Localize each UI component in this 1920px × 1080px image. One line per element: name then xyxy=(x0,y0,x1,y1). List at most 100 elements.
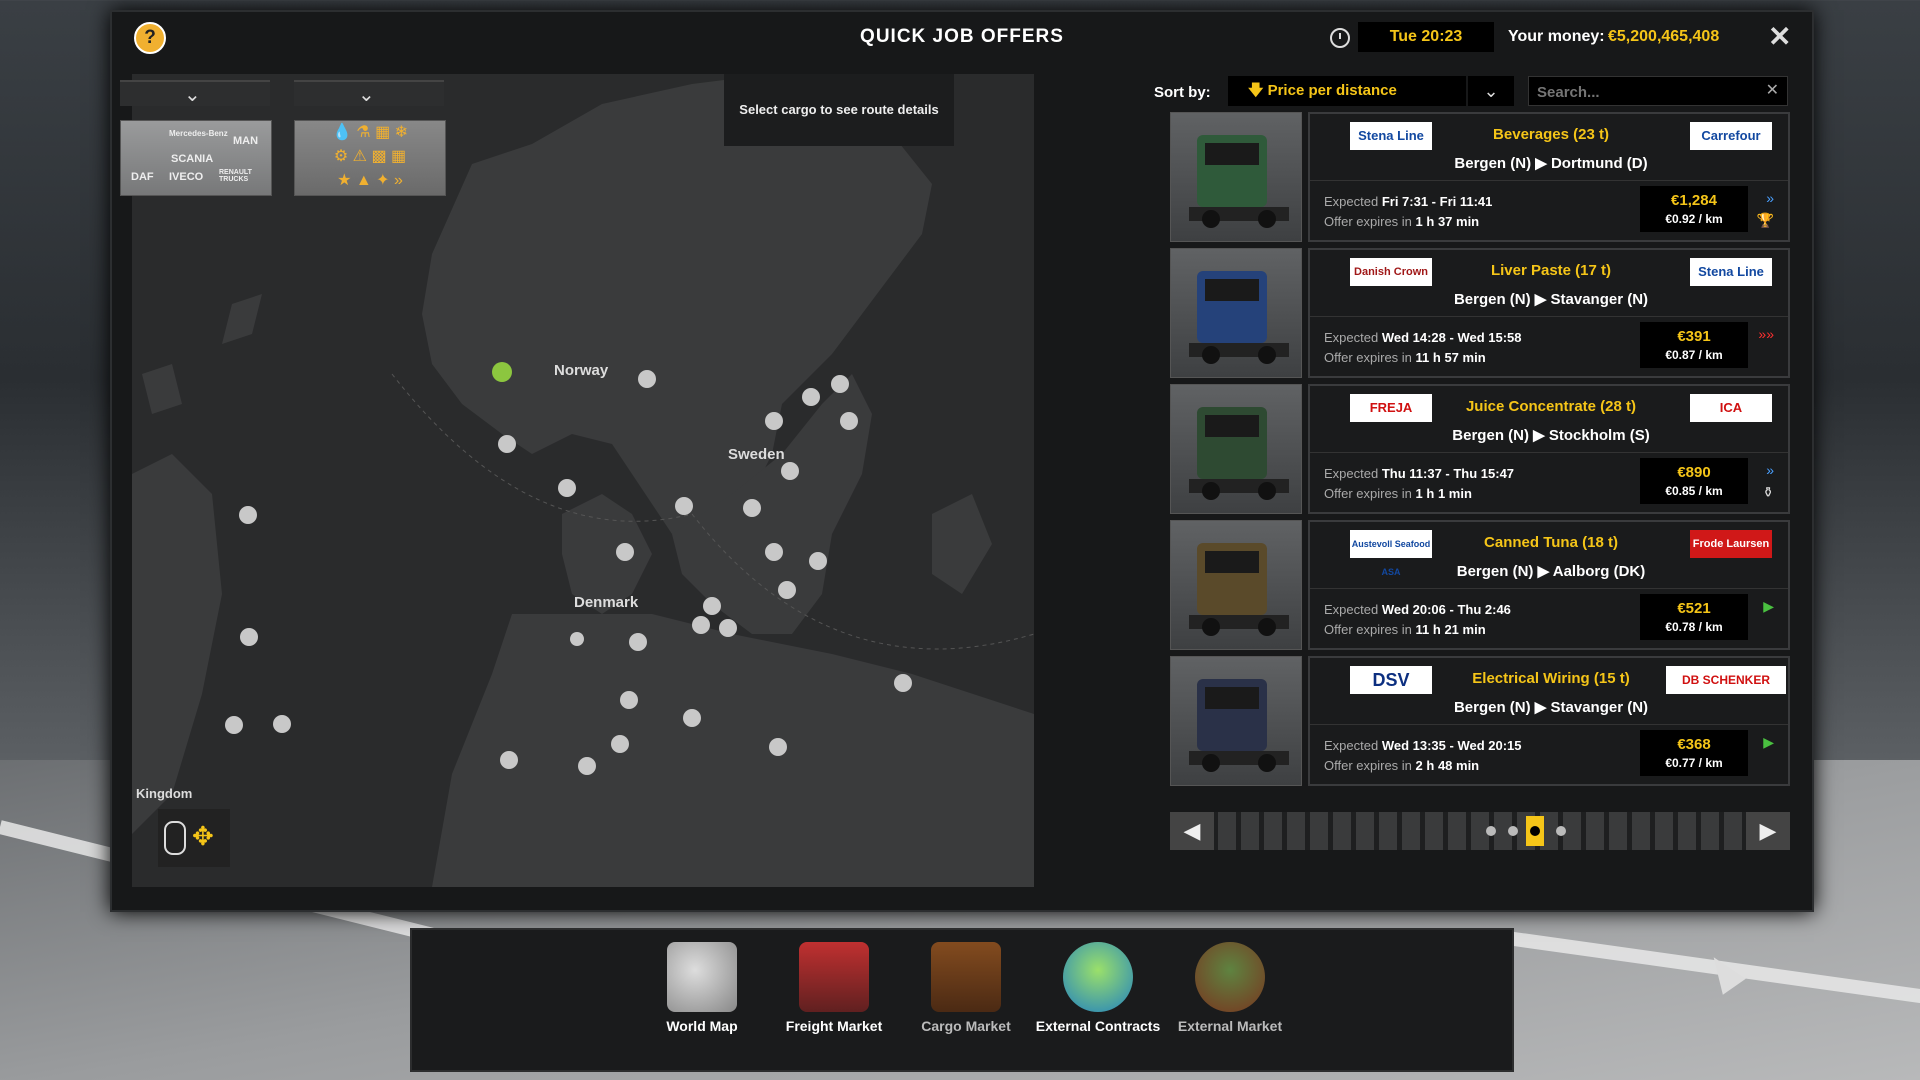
job-offer[interactable]: FREJA ICA Juice Concentrate (28 t) Berge… xyxy=(1170,384,1790,514)
search-input[interactable] xyxy=(1529,77,1759,107)
nav-world-map[interactable]: World Map xyxy=(637,942,767,1034)
expires-label: Offer expires in xyxy=(1324,214,1412,229)
money-label: Your money: xyxy=(1508,28,1605,45)
truck-thumbnail xyxy=(1170,520,1302,650)
price-per-km: €0.92 / km xyxy=(1665,212,1723,226)
page-dot[interactable] xyxy=(1486,826,1496,836)
price: €391 xyxy=(1677,328,1711,345)
route: Bergen (N) ▶ Aalborg (DK) xyxy=(1310,562,1792,580)
expires-value: 1 h 1 min xyxy=(1415,486,1472,501)
expires-value: 11 h 57 min xyxy=(1415,350,1486,365)
nav-label: External Contracts xyxy=(1035,1018,1161,1034)
chevron-down-icon: ⌄ xyxy=(358,84,375,106)
expected-value: Fri 7:31 - Fri 11:41 xyxy=(1381,194,1493,209)
brand-mercedes: Mercedes-Benz xyxy=(169,129,228,138)
expected-label: Expected xyxy=(1324,194,1379,209)
search-box[interactable]: ✕ xyxy=(1528,76,1788,107)
page-dot[interactable] xyxy=(1508,826,1518,836)
previous-page-button[interactable]: ◀ xyxy=(1170,812,1214,850)
route: Bergen (N) ▶ Stockholm (S) xyxy=(1310,426,1792,444)
nav-external-contracts[interactable]: External Contracts xyxy=(1033,942,1163,1034)
mouse-icon xyxy=(164,821,186,855)
price-per-km: €0.78 / km xyxy=(1665,620,1723,634)
price-per-km: €0.87 / km xyxy=(1665,348,1723,362)
route-arrow-icon: ▶ xyxy=(1537,563,1550,580)
expected-label: Expected xyxy=(1324,602,1379,617)
globe-contracts-icon xyxy=(1063,942,1133,1012)
cargo-name: Liver Paste (17 t) xyxy=(1490,262,1612,279)
cargo-type-icons: 💧 ⚗ ▦ ❄ ⚙ ⚠ ▩ ▦ ★ ▲ ✦ » xyxy=(331,124,409,189)
route-hint: Select cargo to see route details xyxy=(724,74,954,146)
job-offer[interactable]: Danish Crown Stena Line Liver Paste (17 … xyxy=(1170,248,1790,378)
offer-expiry: Offer expires in 2 h 48 min xyxy=(1324,758,1479,773)
cargo-type-filter-dropdown[interactable]: ⌄ xyxy=(294,80,444,106)
close-icon[interactable]: ✕ xyxy=(1768,20,1791,53)
divider xyxy=(1310,724,1788,725)
nav-label: External Market xyxy=(1177,1018,1283,1034)
brand-renault: RENAULT TRUCKS xyxy=(219,169,252,183)
nav-freight-market[interactable]: Freight Market xyxy=(769,942,899,1034)
brand-filter[interactable]: Mercedes-Benz MAN SCANIA DAF IVECO RENAU… xyxy=(120,120,272,196)
cargo-icon xyxy=(931,942,1001,1012)
next-page-button[interactable]: ▶ xyxy=(1746,812,1790,850)
game-time: Tue 20:23 xyxy=(1358,22,1494,52)
sort-arrow-icon: 🡇 xyxy=(1248,82,1268,99)
expires-label: Offer expires in xyxy=(1324,758,1412,773)
job-offer[interactable]: Austevoll Seafood ASA Frode Laursen Cann… xyxy=(1170,520,1790,650)
route-arrow-icon: ▶ xyxy=(1535,155,1547,172)
brand-daf: DAF xyxy=(131,171,154,183)
origin: Bergen (N) xyxy=(1452,427,1529,444)
route: Bergen (N) ▶ Dortmund (D) xyxy=(1310,154,1792,172)
divider xyxy=(1310,588,1788,589)
nav-external-market[interactable]: External Market xyxy=(1165,942,1295,1034)
origin: Bergen (N) xyxy=(1456,563,1534,580)
expected-time: Expected Fri 7:31 - Fri 11:41 xyxy=(1324,194,1492,209)
expected-time: Expected Thu 11:37 - Thu 15:47 xyxy=(1324,466,1514,481)
map-label-kingdom: Kingdom xyxy=(136,786,193,801)
nav-cargo-market[interactable]: Cargo Market xyxy=(901,942,1031,1034)
forklift-icon xyxy=(799,942,869,1012)
expected-time: Expected Wed 20:06 - Thu 2:46 xyxy=(1324,602,1511,617)
offer-pager: ◀ ▶ xyxy=(1170,812,1790,850)
job-offer[interactable]: Stena Line Carrefour Beverages (23 t) Be… xyxy=(1170,112,1790,242)
price-box: €391 €0.87 / km xyxy=(1640,322,1748,368)
cargo-feature-icon: 🏆 xyxy=(1756,212,1774,228)
destination: Aalborg (DK) xyxy=(1552,563,1646,580)
price: €368 xyxy=(1677,736,1711,753)
price-box: €1,284 €0.92 / km xyxy=(1640,186,1748,232)
world-map-icon xyxy=(667,942,737,1012)
expected-label: Expected xyxy=(1324,466,1379,481)
map-pan-control[interactable]: ✥ xyxy=(158,809,230,867)
destination: Dortmund (D) xyxy=(1550,155,1648,172)
page-indicator[interactable] xyxy=(1218,812,1742,850)
job-offer[interactable]: DSV DB SCHENKER Electrical Wiring (15 t)… xyxy=(1170,656,1790,786)
expires-label: Offer expires in xyxy=(1324,622,1412,637)
truck-icon xyxy=(1189,135,1289,228)
expected-value: Wed 13:35 - Wed 20:15 xyxy=(1381,738,1522,753)
expected-value: Thu 11:37 - Thu 15:47 xyxy=(1381,466,1515,481)
expected-value: Wed 20:06 - Thu 2:46 xyxy=(1381,602,1511,617)
expected-time: Expected Wed 13:35 - Wed 20:15 xyxy=(1324,738,1522,753)
route: Bergen (N) ▶ Stavanger (N) xyxy=(1310,698,1792,716)
sort-select[interactable]: 🡇 Price per distance xyxy=(1228,76,1466,106)
truck-thumbnail xyxy=(1170,384,1302,514)
route-arrow-icon: ▶ xyxy=(1534,699,1547,716)
brand-iveco: IVECO xyxy=(169,171,204,183)
sort-dropdown-button[interactable]: ⌄ xyxy=(1468,76,1514,106)
offer-expiry: Offer expires in 11 h 21 min xyxy=(1324,622,1486,637)
nav-label: Freight Market xyxy=(785,1018,883,1034)
origin: Bergen (N) xyxy=(1453,699,1531,716)
expires-value: 2 h 48 min xyxy=(1415,758,1480,773)
clear-search-icon[interactable]: ✕ xyxy=(1766,80,1779,100)
cargo-type-filter[interactable]: 💧 ⚗ ▦ ❄ ⚙ ⚠ ▩ ▦ ★ ▲ ✦ » xyxy=(294,120,446,196)
truck-icon xyxy=(1189,407,1289,500)
brand-filter-dropdown[interactable]: ⌄ xyxy=(120,80,270,106)
expected-label: Expected xyxy=(1324,330,1379,345)
page-dot[interactable] xyxy=(1556,826,1566,836)
truck-thumbnail xyxy=(1170,112,1302,242)
chevron-down-icon: ⌄ xyxy=(184,84,201,106)
move-icon: ✥ xyxy=(192,821,214,851)
expires-label: Offer expires in xyxy=(1324,350,1412,365)
truck-thumbnail xyxy=(1170,248,1302,378)
globe-market-icon xyxy=(1195,942,1265,1012)
